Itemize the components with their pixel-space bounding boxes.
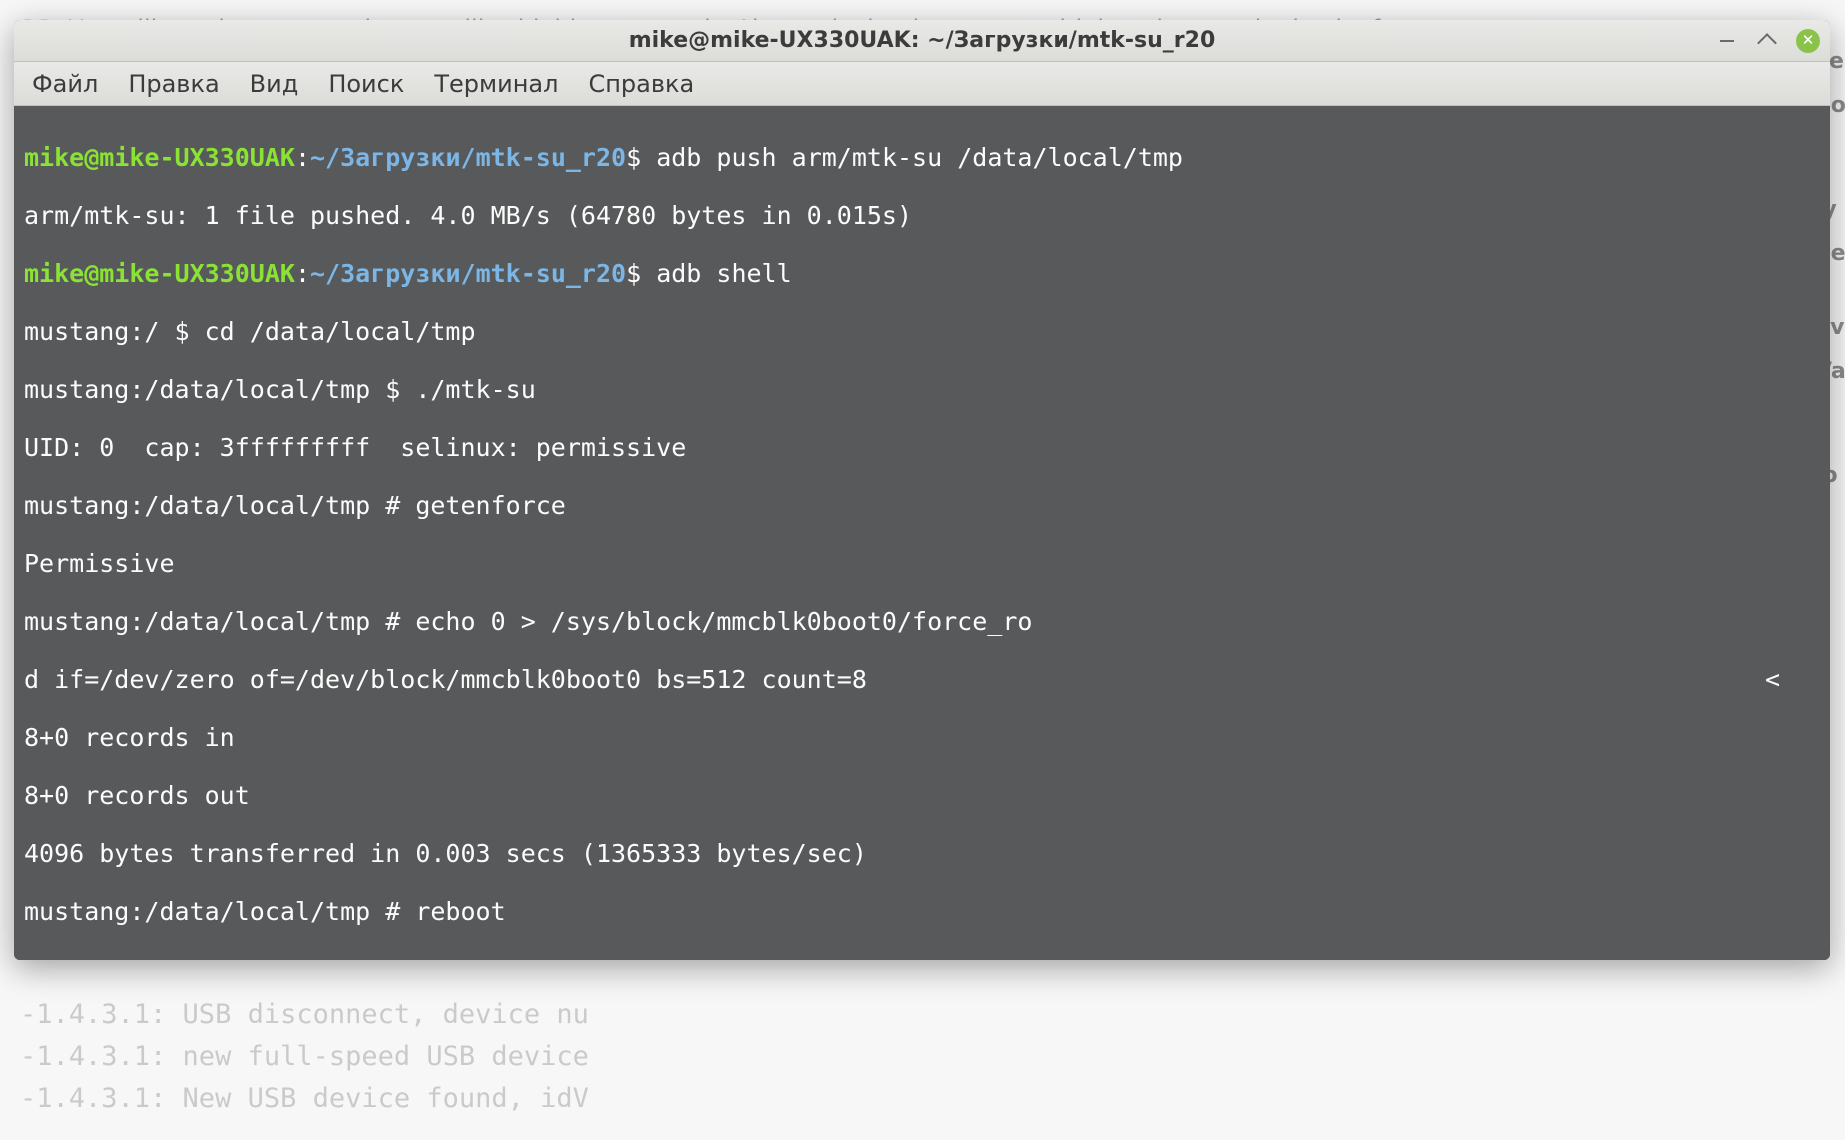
- menu-search[interactable]: Поиск: [328, 70, 404, 98]
- window-controls: ✕: [1716, 29, 1820, 53]
- terminal-output: arm/mtk-su: 1 file pushed. 4.0 MB/s (647…: [24, 201, 1820, 230]
- terminal-output: 4096 bytes transferred in 0.003 secs (13…: [24, 839, 1820, 868]
- menu-edit[interactable]: Правка: [128, 70, 219, 98]
- prompt-path: ~/Загрузки/mtk-su_r20: [310, 259, 626, 288]
- terminal-output: mustang:/data/local/tmp # getenforce: [24, 491, 1820, 520]
- terminal-output: 8+0 records out: [24, 781, 1820, 810]
- terminal-output: d if=/dev/zero of=/dev/block/mmcblk0boot…: [24, 665, 867, 694]
- menubar: Файл Правка Вид Поиск Терминал Справка: [14, 62, 1830, 106]
- menu-help[interactable]: Справка: [588, 70, 694, 98]
- command-text: adb shell: [656, 259, 791, 288]
- prompt-colon: :: [295, 259, 310, 288]
- close-button[interactable]: ✕: [1796, 29, 1820, 53]
- prompt-user: mike@mike-UX330UAK: [24, 259, 295, 288]
- terminal-output-tail: <: [1765, 665, 1780, 694]
- command-text: adb push arm/mtk-su /data/local/tmp: [656, 143, 1183, 172]
- terminal-body[interactable]: mike@mike-UX330UAK:~/Загрузки/mtk-su_r20…: [14, 106, 1830, 960]
- titlebar[interactable]: mike@mike-UX330UAK: ~/Загрузки/mtk-su_r2…: [14, 20, 1830, 62]
- terminal-output: Permissive: [24, 549, 1820, 578]
- terminal-output: mustang:/ $ cd /data/local/tmp: [24, 317, 1820, 346]
- bg-mono-text: -1.4.3.1: New USB device found, idV: [20, 1078, 589, 1120]
- prompt-colon: :: [295, 143, 310, 172]
- prompt-dollar: $: [626, 143, 656, 172]
- terminal-output: mustang:/data/local/tmp $ ./mtk-su: [24, 375, 1820, 404]
- terminal-output: mustang:/data/local/tmp # reboot: [24, 897, 1820, 926]
- minimize-button[interactable]: [1716, 30, 1738, 52]
- menu-view[interactable]: Вид: [250, 70, 299, 98]
- maximize-button[interactable]: [1756, 30, 1778, 52]
- terminal-window: mike@mike-UX330UAK: ~/Загрузки/mtk-su_r2…: [14, 20, 1830, 960]
- terminal-output: 8+0 records in: [24, 723, 1820, 752]
- prompt-user: mike@mike-UX330UAK: [24, 143, 295, 172]
- prompt-dollar: $: [626, 259, 656, 288]
- terminal-output: mustang:/data/local/tmp # echo 0 > /sys/…: [24, 607, 1820, 636]
- terminal-output: UID: 0 cap: 3fffffffff selinux: permissi…: [24, 433, 1820, 462]
- prompt-path: ~/Загрузки/mtk-su_r20: [310, 143, 626, 172]
- window-title: mike@mike-UX330UAK: ~/Загрузки/mtk-su_r2…: [629, 28, 1216, 53]
- bg-mono-text: -1.4.3.1: USB disconnect, device nu: [20, 994, 589, 1036]
- menu-terminal[interactable]: Терминал: [434, 70, 558, 98]
- menu-file[interactable]: Файл: [32, 70, 98, 98]
- bg-mono-text: -1.4.3.1: new full-speed USB device: [20, 1036, 589, 1078]
